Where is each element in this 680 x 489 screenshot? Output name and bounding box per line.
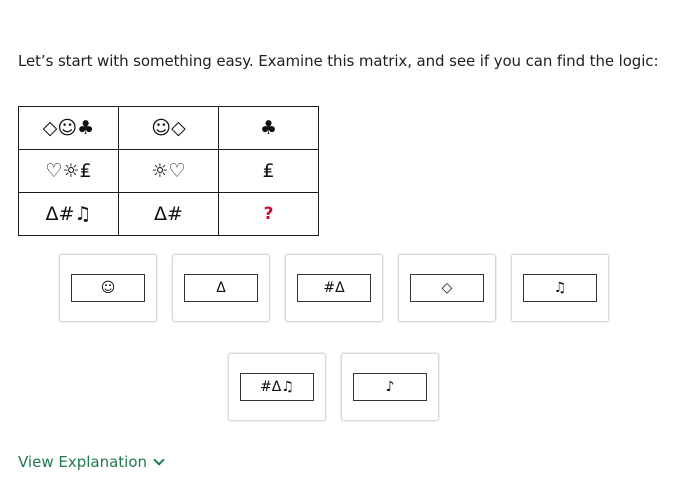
answer-option-5[interactable]: ♫ <box>511 254 609 322</box>
answer-option-6[interactable]: #Δ♫ <box>228 353 326 421</box>
answer-option-symbol: ◇ <box>410 274 484 302</box>
answer-option-4[interactable]: ◇ <box>398 254 496 322</box>
answer-option-3[interactable]: #Δ <box>285 254 383 322</box>
view-explanation-link[interactable]: View Explanation <box>18 453 165 471</box>
matrix-cell: Δ#♫ <box>18 192 119 236</box>
answer-option-symbol: Δ <box>184 274 258 302</box>
answer-option-symbol: ♫ <box>523 274 597 302</box>
chevron-down-icon <box>153 454 165 466</box>
answer-option-symbol: ☺ <box>71 274 145 302</box>
matrix-cell: Δ# <box>118 192 219 236</box>
answer-option-symbol: #Δ <box>297 274 371 302</box>
symbol-matrix: ◇☺♣ ☺◇ ♣ ♡☼₤ ☼♡ ₤ Δ#♫ Δ# ? <box>18 106 319 236</box>
matrix-cell: ₤ <box>218 149 319 193</box>
answer-option-symbol: #Δ♫ <box>240 373 314 401</box>
matrix-cell: ◇☺♣ <box>18 106 119 150</box>
answer-option-symbol: ♪ <box>353 373 427 401</box>
matrix-row: ◇☺♣ ☺◇ ♣ <box>18 106 319 150</box>
matrix-cell: ☺◇ <box>118 106 219 150</box>
matrix-cell: ♡☼₤ <box>18 149 119 193</box>
matrix-cell: ☼♡ <box>118 149 219 193</box>
answer-option-2[interactable]: Δ <box>172 254 270 322</box>
matrix-row: ♡☼₤ ☼♡ ₤ <box>18 149 319 193</box>
matrix-cell: ♣ <box>218 106 319 150</box>
missing-cell-question-mark: ? <box>218 192 319 236</box>
answer-option-1[interactable]: ☺ <box>59 254 157 322</box>
question-prompt: Let’s start with something easy. Examine… <box>18 52 659 70</box>
view-explanation-label: View Explanation <box>18 453 148 471</box>
answer-option-7[interactable]: ♪ <box>341 353 439 421</box>
matrix-row: Δ#♫ Δ# ? <box>18 192 319 236</box>
